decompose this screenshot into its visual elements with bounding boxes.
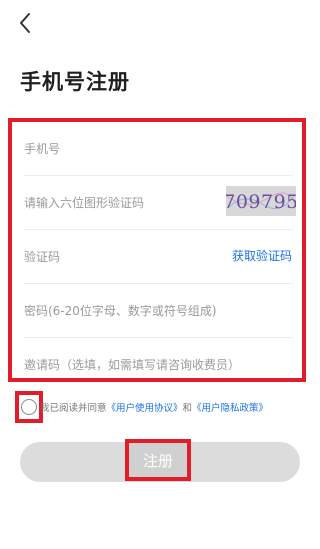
password-field (24, 284, 292, 338)
captcha-input[interactable] (24, 176, 229, 229)
password-input[interactable] (24, 284, 292, 337)
register-button-label: 注册 (142, 451, 173, 470)
page-title: 手机号注册 (20, 70, 130, 94)
captcha-field: 709795 (24, 176, 296, 230)
user-agreement-link[interactable]: 《用户使用协议》 (107, 403, 183, 414)
sms-code-field: 获取验证码 (24, 230, 292, 284)
invite-code-input[interactable] (24, 338, 292, 392)
back-button[interactable] (14, 10, 36, 36)
agreement-conjunction: 和 (182, 403, 193, 414)
invite-code-field (24, 338, 292, 392)
register-button-highlight: 注册 (125, 439, 191, 481)
captcha-code-text: 709795 (226, 191, 296, 213)
sms-code-input[interactable] (24, 230, 234, 283)
get-code-button[interactable]: 获取验证码 (232, 247, 292, 264)
phone-input[interactable] (24, 122, 292, 175)
agreement-checkbox-highlight (15, 391, 43, 423)
captcha-image[interactable]: 709795 (226, 186, 296, 216)
phone-field (24, 122, 292, 176)
agreement-text: 我已阅读并同意《用户使用协议》和《用户隐私政策》 (40, 400, 268, 414)
agreement-prefix: 我已阅读并同意 (40, 403, 107, 414)
chevron-left-icon (20, 13, 30, 33)
privacy-policy-link[interactable]: 《用户隐私政策》 (192, 403, 268, 414)
registration-form: 709795 获取验证码 (8, 118, 306, 392)
agreement-radio[interactable] (21, 399, 37, 415)
